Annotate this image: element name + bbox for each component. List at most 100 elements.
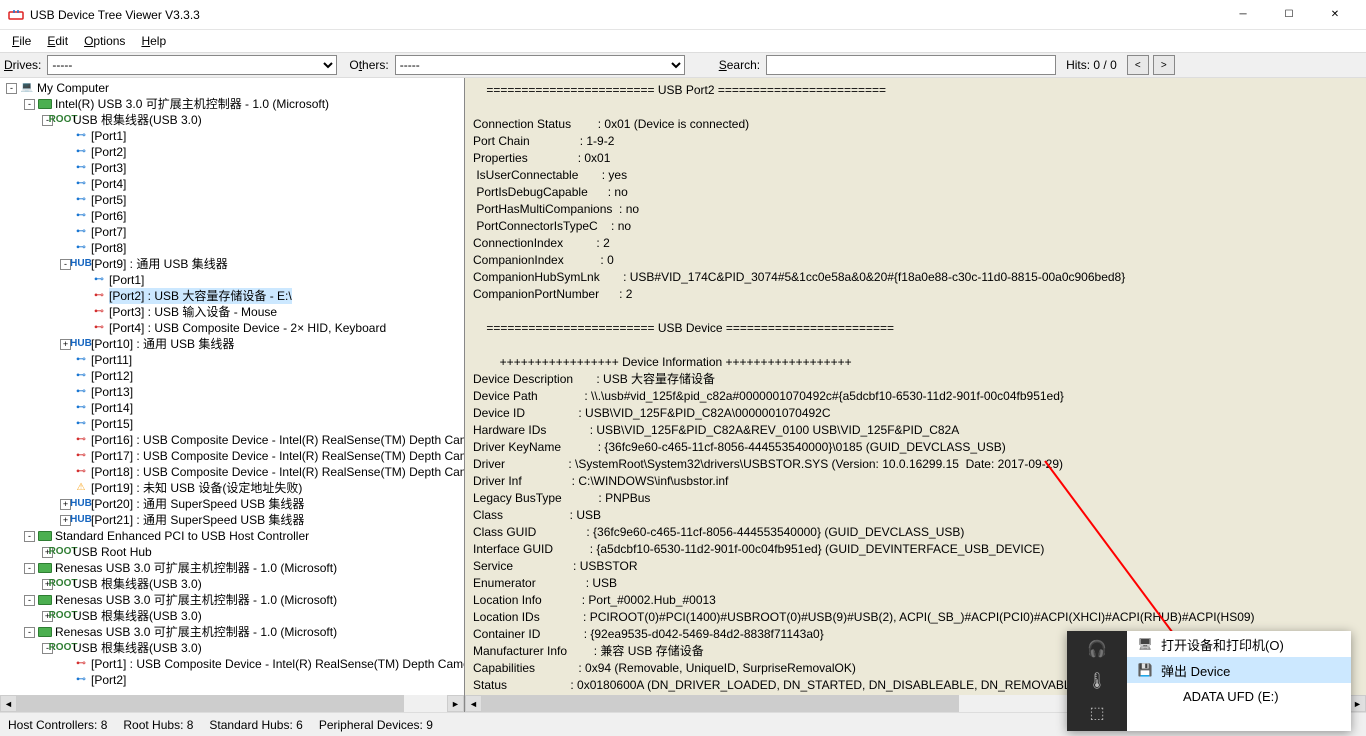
tree-label: [Port7] bbox=[91, 224, 126, 240]
menubar: File Edit Options Help bbox=[0, 30, 1366, 52]
tree-label: [Port20] : 通用 SuperSpeed USB 集线器 bbox=[91, 496, 304, 512]
detail-text: ======================== USB Port2 =====… bbox=[473, 83, 1319, 712]
minimize-button[interactable]: ─ bbox=[1220, 0, 1266, 30]
tree-label: [Port8] bbox=[91, 240, 126, 256]
tree-pane[interactable]: -💻My Computer-Intel(R) USB 3.0 可扩展主机控制器 … bbox=[0, 78, 465, 712]
devices-icon: 🖥 bbox=[1137, 637, 1153, 651]
toolbar: Drives: ----- Others: ----- Search: Hits… bbox=[0, 52, 1366, 78]
tree-node[interactable]: -Renesas USB 3.0 可扩展主机控制器 - 1.0 (Microso… bbox=[2, 560, 464, 576]
maximize-button[interactable]: ☐ bbox=[1266, 0, 1312, 30]
search-input[interactable] bbox=[766, 55, 1056, 75]
status-standard-hubs: Standard Hubs: 6 bbox=[209, 718, 302, 732]
tree-node[interactable]: ⊷[Port4] bbox=[2, 176, 464, 192]
tree-label: Renesas USB 3.0 可扩展主机控制器 - 1.0 (Microsof… bbox=[55, 592, 337, 608]
tree-node[interactable]: - Renesas USB 3.0 可扩展主机控制器 - 1.0 (Microso… bbox=[2, 624, 464, 640]
search-next-button[interactable]: > bbox=[1153, 55, 1175, 75]
tree-node[interactable]: ⊷[Port14] bbox=[2, 400, 464, 416]
tree-node[interactable]: ⊷[Port2] : USB 大容量存储设备 - E:\ bbox=[2, 288, 464, 304]
tree-node[interactable]: ⊷[Port1] : USB Composite Device - Intel(… bbox=[2, 656, 464, 672]
tree-node[interactable]: +ROOTUSB 根集线器(USB 3.0) bbox=[2, 576, 464, 592]
drives-select[interactable]: ----- bbox=[47, 55, 337, 75]
tree-label: [Port3] : USB 输入设备 - Mouse bbox=[109, 304, 277, 320]
tree-node[interactable]: -ROOTUSB 根集线器(USB 3.0) bbox=[2, 640, 464, 656]
tree-node[interactable]: ⊷[Port11] bbox=[2, 352, 464, 368]
tree-label: [Port4] bbox=[91, 176, 126, 192]
menu-options[interactable]: Options bbox=[76, 32, 133, 50]
tree-label: [Port16] : USB Composite Device - Intel(… bbox=[91, 432, 465, 448]
tree-node[interactable]: ⊷[Port2] bbox=[2, 144, 464, 160]
others-select[interactable]: ----- bbox=[395, 55, 685, 75]
tree-node[interactable]: ⊷[Port16] : USB Composite Device - Intel… bbox=[2, 432, 464, 448]
tree-node[interactable]: ⊷[Port3] : USB 输入设备 - Mouse bbox=[2, 304, 464, 320]
tree-node[interactable]: ⊷[Port7] bbox=[2, 224, 464, 240]
tree-node[interactable]: +ROOTUSB 根集线器(USB 3.0) bbox=[2, 608, 464, 624]
headphones-icon[interactable]: 🎧 bbox=[1087, 639, 1107, 659]
tree-node[interactable]: ⊷[Port1] bbox=[2, 272, 464, 288]
tree-node[interactable]: -HUB[Port9] : 通用 USB 集线器 bbox=[2, 256, 464, 272]
tree-node[interactable]: ⊷[Port3] bbox=[2, 160, 464, 176]
tree-label: [Port2] bbox=[91, 144, 126, 160]
tray-menu: 🖥 打开设备和打印机(O) 💾 弹出 Device ADATA UFD (E:) bbox=[1127, 631, 1351, 731]
tree-label: [Port9] : 通用 USB 集线器 bbox=[91, 256, 228, 272]
tree-node[interactable]: - Renesas USB 3.0 可扩展主机控制器 - 1.0 (Microso… bbox=[2, 592, 464, 608]
tree-node[interactable]: ⊷[Port6] bbox=[2, 208, 464, 224]
tree-label: My Computer bbox=[37, 80, 109, 96]
tree-label: USB 根集线器(USB 3.0) bbox=[73, 576, 202, 592]
search-prev-button[interactable]: < bbox=[1127, 55, 1149, 75]
thermometer-icon[interactable]: 🌡 bbox=[1087, 671, 1107, 691]
tray-open-devices[interactable]: 🖥 打开设备和打印机(O) bbox=[1127, 631, 1351, 657]
tree-node[interactable]: ⊷[Port8] bbox=[2, 240, 464, 256]
expand-toggle[interactable]: - bbox=[24, 99, 35, 110]
tree-node[interactable]: -ROOTUSB 根集线器(USB 3.0) bbox=[2, 112, 464, 128]
tray-eject-device[interactable]: 💾 弹出 Device bbox=[1127, 657, 1351, 683]
tree-label: [Port14] bbox=[91, 400, 133, 416]
tree-label: [Port1] : USB Composite Device - Intel(R… bbox=[91, 656, 465, 672]
tree-node[interactable]: +HUB[Port20] : 通用 SuperSpeed USB 集线器 bbox=[2, 496, 464, 512]
tree-label: [Port12] bbox=[91, 368, 133, 384]
expand-toggle[interactable]: - bbox=[24, 531, 35, 542]
tree-node[interactable]: ⊷[Port5] bbox=[2, 192, 464, 208]
tree-node[interactable]: ⊷[Port2] bbox=[2, 672, 464, 688]
tree-node[interactable]: ⚠[Port19] : 未知 USB 设备(设定地址失败) bbox=[2, 480, 464, 496]
tree-label: USB 根集线器(USB 3.0) bbox=[73, 112, 202, 128]
tree-node[interactable]: ⊷[Port12] bbox=[2, 368, 464, 384]
tree-label: Intel(R) USB 3.0 可扩展主机控制器 - 1.0 (Microso… bbox=[55, 96, 329, 112]
tree-label: [Port2] bbox=[91, 672, 126, 688]
tree-hscroll[interactable]: ◄► bbox=[0, 695, 464, 712]
tray-drive-item[interactable]: ADATA UFD (E:) bbox=[1127, 683, 1351, 709]
tree-label: [Port11] bbox=[91, 352, 132, 368]
hits-label: Hits: 0 / 0 bbox=[1066, 58, 1117, 72]
menu-help[interactable]: Help bbox=[133, 32, 174, 50]
tree-node[interactable]: -💻My Computer bbox=[2, 80, 464, 96]
tree-node[interactable]: ⊷[Port13] bbox=[2, 384, 464, 400]
tree-label: [Port18] : USB Composite Device - Intel(… bbox=[91, 464, 465, 480]
tree-label: [Port5] bbox=[91, 192, 126, 208]
expand-toggle[interactable]: - bbox=[6, 83, 17, 94]
drive-icon: 💾 bbox=[1137, 663, 1153, 677]
tree-label: [Port17] : USB Composite Device - Intel(… bbox=[91, 448, 465, 464]
tree-label: Standard Enhanced PCI to USB Host Contro… bbox=[55, 528, 309, 544]
tree-label: [Port1] bbox=[109, 272, 144, 288]
tree-node[interactable]: ⊷[Port17] : USB Composite Device - Intel… bbox=[2, 448, 464, 464]
titlebar: USB Device Tree Viewer V3.3.3 ─ ☐ ✕ bbox=[0, 0, 1366, 30]
expand-toggle[interactable]: - bbox=[24, 627, 35, 638]
detail-pane[interactable]: ======================== USB Port2 =====… bbox=[465, 78, 1366, 712]
menu-edit[interactable]: Edit bbox=[39, 32, 76, 50]
drives-label: Drives: bbox=[4, 58, 41, 72]
close-button[interactable]: ✕ bbox=[1312, 0, 1358, 30]
expand-toggle[interactable]: - bbox=[24, 563, 35, 574]
tree-node[interactable]: ⊷[Port15] bbox=[2, 416, 464, 432]
tree-node[interactable]: ⊷[Port1] bbox=[2, 128, 464, 144]
ethernet-icon[interactable]: ⬚ bbox=[1089, 703, 1104, 723]
menu-file[interactable]: File bbox=[4, 32, 39, 50]
tree-node[interactable]: - Standard Enhanced PCI to USB Host Contr… bbox=[2, 528, 464, 544]
expand-toggle[interactable]: - bbox=[24, 595, 35, 606]
tree-node[interactable]: +HUB[Port10] : 通用 USB 集线器 bbox=[2, 336, 464, 352]
tree-label: Renesas USB 3.0 可扩展主机控制器 - 1.0 (Microsof… bbox=[55, 624, 337, 640]
tree-label: [Port1] bbox=[91, 128, 126, 144]
tree-node[interactable]: ⊷[Port4] : USB Composite Device - 2× HID… bbox=[2, 320, 464, 336]
tree-node[interactable]: - Intel(R) USB 3.0 可扩展主机控制器 - 1.0 (Micros… bbox=[2, 96, 464, 112]
tree-node[interactable]: +HUB[Port21] : 通用 SuperSpeed USB 集线器 bbox=[2, 512, 464, 528]
tree-node[interactable]: +ROOTUSB Root Hub bbox=[2, 544, 464, 560]
tree-node[interactable]: ⊷[Port18] : USB Composite Device - Intel… bbox=[2, 464, 464, 480]
